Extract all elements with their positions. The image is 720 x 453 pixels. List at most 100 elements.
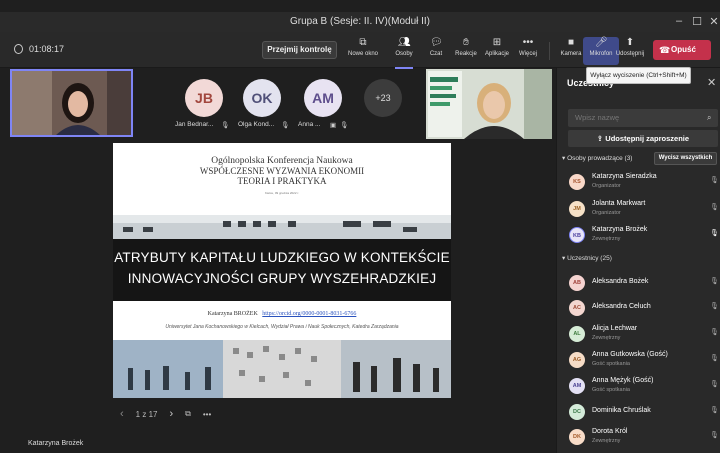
crowd-photo-image: [113, 340, 451, 398]
presenter-name-label: Katarzyna Brożek: [28, 440, 84, 447]
more-options-icon[interactable]: •••: [203, 410, 211, 419]
new-window-button[interactable]: ⧉ Nowe okno: [345, 37, 381, 65]
participant-avatar-jb[interactable]: JB: [185, 79, 223, 117]
people-button[interactable]: 👥︎ Osoby: [386, 37, 422, 69]
reactions-icon: ✋︎: [463, 37, 469, 48]
people-icon: 👥︎: [398, 37, 411, 48]
share-invite-label: Udostępnij zaproszenie: [605, 134, 690, 143]
take-control-button[interactable]: Przejmij kontrolę: [262, 41, 337, 59]
more-label: Więcej: [518, 51, 537, 57]
share-button[interactable]: ⬆ Udostępnij: [612, 37, 648, 65]
more-icon: •••: [522, 37, 534, 48]
avatar: DC: [569, 404, 585, 420]
orcid-link[interactable]: https://orcid.org/0000-0001-8031-6766: [262, 311, 356, 317]
slides-overview-icon[interactable]: ⧉: [185, 409, 191, 419]
participant-item[interactable]: AL Alicja Lechwar Zewnętrzny 🎙︎: [569, 324, 719, 348]
mic-muted-icon: 🎙︎: [710, 381, 719, 388]
microphone-icon: 🎙︎: [710, 230, 719, 237]
conference-line-2: WSPÓŁCZESNE WYZWANIA EKONOMII: [199, 166, 365, 176]
participant-item[interactable]: AG Anna Gutkowska (Gość) Gość spotkania …: [569, 350, 719, 374]
maximize-icon[interactable]: ☐: [690, 15, 704, 28]
apps-label: Aplikacje: [484, 51, 509, 57]
new-window-label: Nowe okno: [347, 51, 379, 57]
chat-icon: 💬︎: [430, 37, 443, 48]
participant-name: Aleksandra Bożek: [592, 278, 649, 285]
search-icon: ⌕: [707, 113, 712, 122]
conference-name: Ogólnopolska Konferencja Naukowa WSPÓŁCZ…: [113, 156, 451, 186]
avatar: AC: [569, 300, 585, 316]
participant-name: Anna Gutkowska (Gość): [592, 351, 668, 358]
participant-item[interactable]: DK Dorota Król Zewnętrzny 🎙︎: [569, 427, 719, 451]
share-icon: ⬆: [625, 37, 635, 48]
presentation-slide: Ogólnopolska Konferencja Naukowa WSPÓŁCZ…: [113, 143, 451, 398]
more-button[interactable]: ••• Więcej: [510, 37, 546, 65]
slide-affiliation: Uniwersytet Jana Kochanowskiego w Kielca…: [165, 324, 399, 330]
university-building-image: [113, 215, 451, 239]
participant-item[interactable]: AC Aleksandra Celuch 🎙︎: [569, 298, 719, 322]
meeting-timer: 01:08:17: [14, 44, 64, 54]
participant-avatar-ok[interactable]: OK: [243, 79, 281, 117]
mic-muted-icon: 🎙︎: [710, 303, 719, 310]
avatar: AB: [569, 275, 585, 291]
mic-muted-icon: 🎙︎: [710, 329, 719, 336]
slide-title: ATRYBUTY KAPITAŁU LUDZKIEGO W KONTEKŚCIE…: [113, 247, 451, 289]
leave-button[interactable]: ☎ Opuść: [653, 40, 711, 60]
slide-counter: 1 z 17: [135, 409, 158, 419]
meeting-toolbar: 01:08:17 Przejmij kontrolę ⧉ Nowe okno 👥…: [0, 32, 720, 69]
chevron-right-icon[interactable]: ›: [169, 408, 173, 420]
participant-role: Gość spotkania: [592, 361, 630, 367]
shield-icon: [14, 44, 23, 54]
participant-name-jb: Jan Bednar...: [175, 121, 214, 128]
mic-muted-icon: 🎙︎: [710, 177, 719, 184]
participant-search-input[interactable]: [568, 109, 718, 127]
participant-item[interactable]: KB Katarzyna Brożek Zewnętrzny 🎙︎: [569, 225, 719, 249]
share-invite-button[interactable]: ⇪ Udostępnij zaproszenie: [568, 130, 718, 147]
mic-muted-icon: 🎙︎: [710, 204, 719, 211]
video-tile-presenter[interactable]: [10, 69, 133, 137]
participant-item[interactable]: KS Katarzyna Sieradzka Organizator 🎙︎: [569, 172, 719, 196]
video-tile-participant[interactable]: [426, 69, 552, 139]
participant-name: Katarzyna Sieradzka: [592, 173, 657, 180]
mic-muted-icon: 🎙︎: [221, 122, 230, 129]
slide-author: Katarzyna BROŻEK: [207, 311, 258, 317]
conference-date: Kielce, 09 grudnia 2022 r.: [264, 191, 300, 195]
organizers-section-header[interactable]: ▾ Osoby prowadzące (3): [562, 154, 632, 162]
minimize-icon[interactable]: –: [672, 15, 686, 27]
microphone-off-icon: 🎤︎: [595, 37, 608, 48]
close-icon[interactable]: ✕: [707, 15, 720, 28]
more-participants-badge[interactable]: +23: [364, 79, 402, 117]
participant-item[interactable]: JM Jolanta Markwart Organizator 🎙︎: [569, 199, 719, 223]
participant-item[interactable]: AB Aleksandra Bożek 🎙︎: [569, 273, 719, 297]
mute-all-button[interactable]: Wycisz wszystkich: [654, 152, 717, 165]
mic-muted-icon: 🎙︎: [710, 278, 719, 285]
mic-muted-icon: 🎙︎: [340, 122, 349, 129]
leave-label: Opuść: [671, 45, 696, 54]
reactions-label: Reakcje: [455, 51, 477, 57]
close-icon[interactable]: ✕: [707, 76, 716, 89]
attendees-section-header[interactable]: ▾ Uczestnicy (25): [562, 254, 612, 262]
mic-muted-icon: 🎙︎: [710, 355, 719, 362]
microphone-label: Mikrofon: [589, 51, 613, 57]
slide-title-line-2: INNOWACYJNOŚCI GRUPY WYSZEHRADZKIEJ: [127, 271, 437, 286]
mic-muted-icon: 🎙︎: [710, 407, 719, 414]
participant-name: Dominika Chruślak: [592, 407, 651, 414]
new-window-icon: ⧉: [359, 37, 367, 48]
slide-title-banner: ATRYBUTY KAPITAŁU LUDZKIEGO W KONTEKŚCIE…: [113, 239, 451, 301]
presenter-video-image: [12, 71, 131, 135]
participant-name-am: Anna ...: [298, 121, 321, 128]
chevron-left-icon[interactable]: ‹: [120, 408, 124, 420]
participant-avatar-am[interactable]: AM: [304, 79, 342, 117]
slide-pager: ‹ 1 z 17 › ⧉ •••: [120, 408, 211, 420]
avatar: AG: [569, 352, 585, 368]
teams-meeting-window: Grupa B (Sesje: II. IV)(Moduł II) – ☐ ✕ …: [0, 0, 720, 453]
camera-icon: ■: [567, 37, 575, 48]
timer-text: 01:08:17: [29, 44, 65, 54]
toolbar-divider: [549, 42, 550, 60]
participant-name-ok: Olga Kond...: [238, 121, 275, 128]
title-bar: Grupa B (Sesje: II. IV)(Moduł II) – ☐ ✕: [0, 12, 720, 32]
screen-share-icon: ▣: [330, 122, 337, 129]
microphone-tooltip: Wyłącz wyciszenie (Ctrl+Shift+M): [586, 67, 691, 84]
participant-item[interactable]: DC Dominika Chruślak 🎙︎: [569, 402, 719, 426]
people-panel: Uczestnicy ✕ ⌕ ⇪ Udostępnij zaproszenie …: [556, 68, 720, 453]
participant-item[interactable]: AM Anna Mężyk (Gość) Gość spotkania 🎙︎: [569, 376, 719, 400]
